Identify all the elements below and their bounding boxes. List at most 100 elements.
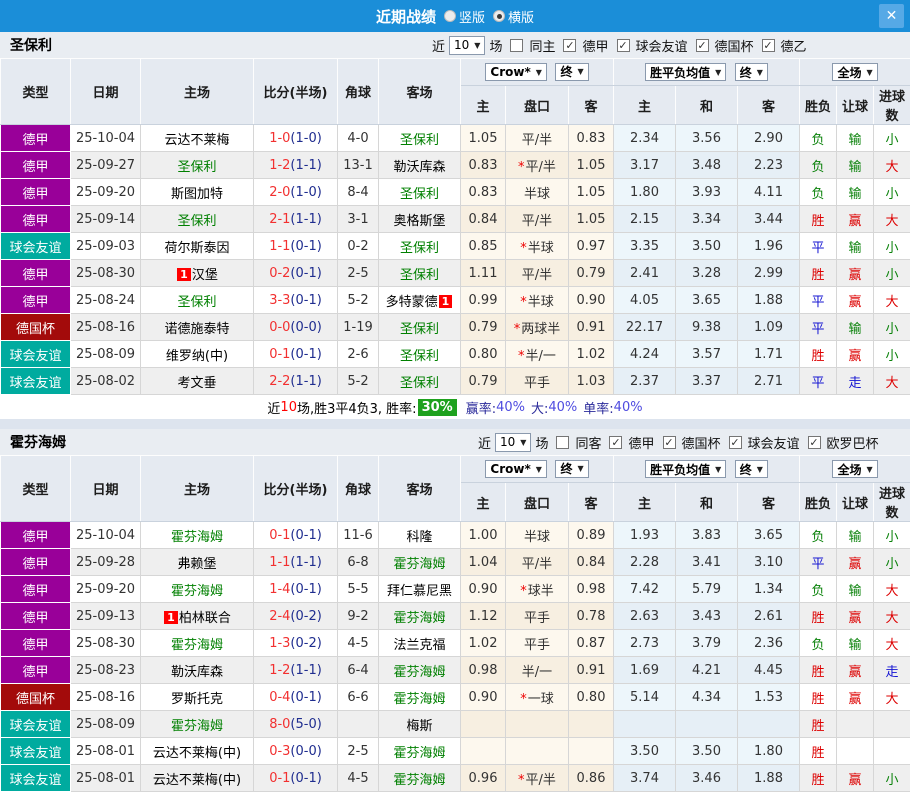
league-checkbox-0[interactable] [563, 39, 576, 52]
home-team-cell: 维罗纳(中) [141, 341, 254, 368]
avg-draw-cell: 3.56 [676, 125, 738, 152]
league-label-0: 德甲 [628, 433, 654, 452]
corners-cell: 4-5 [338, 765, 379, 792]
star-marker: * [518, 773, 525, 788]
odds-stage-select[interactable]: 终 [555, 63, 588, 81]
result-cell: 平 [800, 368, 837, 395]
odds-away-cell: 0.97 [569, 233, 614, 260]
league-checkbox-1[interactable] [663, 436, 676, 449]
odds-home-cell [461, 738, 506, 765]
wdl-average-header: 胜平负均值 终 [614, 456, 800, 483]
avg-home-cell: 5.14 [614, 684, 676, 711]
halftime-score: (0-1) [290, 528, 321, 543]
sub-header-avg-home: 主 [614, 483, 676, 522]
corners-value: 5-2 [347, 293, 368, 308]
home-team-cell: 圣保利 [141, 152, 254, 179]
same-venue-checkbox[interactable] [556, 436, 569, 449]
odds-away-cell: 0.90 [569, 287, 614, 314]
full-match-select[interactable]: 全场 [832, 63, 877, 81]
goals-cell: 小 [874, 522, 910, 549]
date-cell: 25-08-16 [71, 684, 141, 711]
match-count-select[interactable]: 10 [449, 36, 485, 55]
handicap-result-cell [837, 738, 874, 765]
league-cell: 球会友谊 [1, 711, 71, 738]
wdl-average-select[interactable]: 胜平负均值 [645, 460, 726, 478]
avg-away-cell: 1.53 [738, 684, 800, 711]
radio-selected-icon[interactable] [493, 10, 505, 22]
away-team-cell: 圣保利 [379, 341, 461, 368]
league-checkbox-2[interactable] [729, 436, 742, 449]
corners-cell: 5-2 [338, 368, 379, 395]
odds-stage-select[interactable]: 终 [555, 460, 588, 478]
league-cell: 德甲 [1, 549, 71, 576]
wdl-stage-select[interactable]: 终 [735, 63, 768, 81]
bookmaker-select[interactable]: Crow* [485, 63, 547, 81]
result-cell: 胜 [800, 711, 837, 738]
radio-vertical-layout[interactable]: 竖版 [444, 7, 485, 26]
goals-cell: 大 [874, 206, 910, 233]
home-team-cell: 圣保利 [141, 287, 254, 314]
match-row: 德甲25-08-301汉堡0-2(0-1)2-5圣保利1.11平/半0.792.… [1, 260, 910, 287]
avg-away-cell: 4.11 [738, 179, 800, 206]
goals-cell: 小 [874, 260, 910, 287]
radio-horizontal-layout[interactable]: 横版 [493, 7, 534, 26]
match-count-select[interactable]: 10 [495, 433, 531, 452]
bookmaker-select[interactable]: Crow* [485, 460, 547, 478]
avg-away-cell: 3.65 [738, 522, 800, 549]
avg-draw-cell: 3.93 [676, 179, 738, 206]
col-header-corner: 角球 [338, 456, 379, 522]
section-hoffenheim-filter-row: 霍芬海姆 近 10 场 同客 德甲 德国杯 球会友谊 欧罗巴杯 [0, 429, 910, 455]
handicap-result-cell: 输 [837, 522, 874, 549]
league-checkbox-3[interactable] [808, 436, 821, 449]
wdl-average-select[interactable]: 胜平负均值 [645, 63, 726, 81]
radio-icon[interactable] [444, 10, 456, 22]
avg-draw-cell: 3.37 [676, 368, 738, 395]
date-cell: 25-08-24 [71, 287, 141, 314]
team-name: 霍芬海姆 [393, 746, 445, 761]
date-cell: 25-09-28 [71, 549, 141, 576]
halftime-score: (1-1) [290, 374, 321, 389]
odds-away-cell: 1.05 [569, 206, 614, 233]
close-button[interactable]: ✕ [879, 4, 904, 28]
avg-away-cell: 2.36 [738, 630, 800, 657]
team-name: 法兰克福 [393, 638, 445, 653]
team-name: 斯图加特 [171, 187, 223, 202]
handicap-cell [506, 711, 569, 738]
team-name: 圣保利 [400, 268, 439, 283]
corners-value: 1-19 [343, 320, 373, 335]
fulltime-score: 2-2 [269, 374, 290, 389]
avg-draw-cell: 3.79 [676, 630, 738, 657]
avg-home-cell: 2.73 [614, 630, 676, 657]
odds-home-cell [461, 711, 506, 738]
full-match-select[interactable]: 全场 [832, 460, 877, 478]
away-team-cell: 霍芬海姆 [379, 765, 461, 792]
goals-cell [874, 711, 910, 738]
away-team-cell: 拜仁慕尼黑 [379, 576, 461, 603]
team-name: 霍芬海姆 [393, 665, 445, 680]
ranking-badge: 1 [439, 295, 453, 308]
league-checkbox-1[interactable] [617, 39, 630, 52]
handicap-result-cell: 输 [837, 125, 874, 152]
avg-home-cell: 2.15 [614, 206, 676, 233]
halftime-score: (0-1) [290, 266, 321, 281]
result-cell: 平 [800, 549, 837, 576]
avg-draw-cell: 9.38 [676, 314, 738, 341]
result-cell: 胜 [800, 684, 837, 711]
corners-value: 5-2 [347, 374, 368, 389]
result-cell: 胜 [800, 341, 837, 368]
corners-cell: 4-0 [338, 125, 379, 152]
match-row: 德国杯25-08-16罗斯托克0-4(0-1)6-6霍芬海姆0.90*一球0.8… [1, 684, 910, 711]
wdl-stage-select[interactable]: 终 [735, 460, 768, 478]
date-cell: 25-09-20 [71, 576, 141, 603]
league-checkbox-3[interactable] [762, 39, 775, 52]
ranking-badge: 1 [164, 611, 178, 624]
league-checkbox-2[interactable] [696, 39, 709, 52]
league-checkbox-0[interactable] [609, 436, 622, 449]
col-header-home: 主场 [141, 456, 254, 522]
corners-cell: 1-19 [338, 314, 379, 341]
avg-home-cell: 3.17 [614, 152, 676, 179]
league-cell: 德甲 [1, 260, 71, 287]
match-row: 德甲25-10-04霍芬海姆0-1(0-1)11-6科隆1.00半球0.891.… [1, 522, 910, 549]
same-venue-checkbox[interactable] [510, 39, 523, 52]
odds-away-cell [569, 738, 614, 765]
